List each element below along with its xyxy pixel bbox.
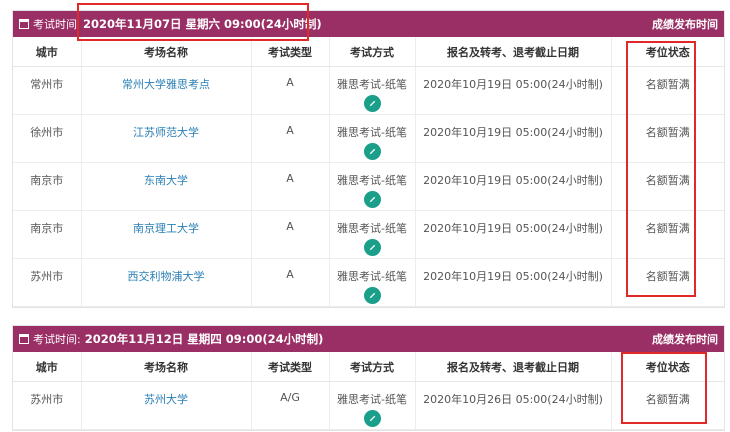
pencil-icon[interactable] (363, 143, 381, 160)
city: 南京市 (13, 210, 82, 259)
deadline: 2020年10月19日 05:00(24小时制) (415, 210, 612, 259)
exam-mode: 雅思考试-纸笔 (337, 126, 407, 139)
seat-status: 名额暂满 (611, 258, 724, 307)
table-row: 苏州市 西交利物浦大学 A 雅思考试-纸笔 2020年10月19日 05:00(… (13, 258, 724, 307)
col-city: 城市 (13, 352, 82, 382)
deadline: 2020年10月19日 05:00(24小时制) (415, 66, 612, 115)
table-row: 苏州市 苏州大学 A/G 雅思考试-纸笔 2020年10月26日 05:00(2… (13, 381, 724, 430)
col-deadline: 报名及转考、退考截止日期 (415, 37, 612, 67)
exam-mode: 雅思考试-纸笔 (337, 270, 407, 283)
venue-link[interactable]: 南京理工大学 (133, 222, 199, 235)
venue-link[interactable]: 西交利物浦大学 (128, 270, 205, 283)
table-row: 常州市 常州大学雅思考点 A 雅思考试-纸笔 2020年10月19日 05:00… (13, 66, 724, 115)
col-type: 考试类型 (251, 37, 330, 67)
city: 徐州市 (13, 114, 82, 163)
deadline: 2020年10月19日 05:00(24小时制) (415, 162, 612, 211)
city: 苏州市 (13, 381, 82, 430)
pencil-icon[interactable] (363, 410, 381, 427)
venue-link[interactable]: 常州大学雅思考点 (122, 78, 210, 91)
col-mode: 考试方式 (329, 37, 416, 67)
exam-type: A (251, 210, 330, 259)
pencil-icon[interactable] (363, 191, 381, 208)
seat-status: 名额暂满 (611, 162, 724, 211)
seat-status: 名额暂满 (611, 210, 724, 259)
exam-mode: 雅思考试-纸笔 (337, 78, 407, 91)
exam-mode: 雅思考试-纸笔 (337, 222, 407, 235)
table-row: 徐州市 江苏师范大学 A 雅思考试-纸笔 2020年10月19日 05:00(2… (13, 114, 724, 163)
exam-block-1: 考试时间 2020年11月07日 星期六 09:00(24小时制) 成绩发布时间… (12, 10, 725, 308)
col-venue: 考场名称 (81, 37, 252, 67)
col-status: 考位状态 (611, 37, 724, 67)
col-city: 城市 (13, 37, 82, 67)
venue-link[interactable]: 东南大学 (144, 174, 188, 187)
col-mode: 考试方式 (329, 352, 416, 382)
table-row: 南京市 东南大学 A 雅思考试-纸笔 2020年10月19日 05:00(24小… (13, 162, 724, 211)
exam-type: A/G (251, 381, 330, 430)
pencil-icon[interactable] (363, 287, 381, 304)
city: 常州市 (13, 66, 82, 115)
city: 苏州市 (13, 258, 82, 307)
exam-time-label: 考试时间: (33, 333, 81, 346)
exam-type: A (251, 258, 330, 307)
exam-mode: 雅思考试-纸笔 (337, 393, 407, 406)
exam-table: 城市 考场名称 考试类型 考试方式 报名及转考、退考截止日期 考位状态 苏州市 … (13, 352, 724, 430)
exam-date: 2020年11月07日 星期六 09:00(24小时制) (83, 17, 322, 31)
deadline: 2020年10月26日 05:00(24小时制) (415, 381, 612, 430)
seat-status: 名额暂满 (611, 66, 724, 115)
col-type: 考试类型 (251, 352, 330, 382)
city: 南京市 (13, 162, 82, 211)
exam-type: A (251, 162, 330, 211)
venue-link[interactable]: 江苏师范大学 (133, 126, 199, 139)
pencil-icon[interactable] (363, 239, 381, 256)
exam-block-2: 考试时间: 2020年11月12日 星期四 09:00(24小时制) 成绩发布时… (12, 325, 725, 431)
exam-mode: 雅思考试-纸笔 (337, 174, 407, 187)
table-row: 南京市 南京理工大学 A 雅思考试-纸笔 2020年10月19日 05:00(2… (13, 210, 724, 259)
score-release-time[interactable]: 成绩发布时间 (652, 16, 718, 32)
deadline: 2020年10月19日 05:00(24小时制) (415, 258, 612, 307)
seat-status: 名额暂满 (611, 381, 724, 430)
score-release-time[interactable]: 成绩发布时间 (652, 331, 718, 347)
deadline: 2020年10月19日 05:00(24小时制) (415, 114, 612, 163)
seat-status: 名额暂满 (611, 114, 724, 163)
exam-time-bar: 考试时间: 2020年11月12日 星期四 09:00(24小时制) 成绩发布时… (13, 326, 724, 352)
venue-link[interactable]: 苏州大学 (144, 393, 188, 406)
col-deadline: 报名及转考、退考截止日期 (415, 352, 612, 382)
pencil-icon[interactable] (363, 95, 381, 112)
calendar-icon (19, 334, 29, 344)
exam-time-label: 考试时间 (33, 18, 77, 31)
exam-type: A (251, 66, 330, 115)
exam-type: A (251, 114, 330, 163)
col-status: 考位状态 (611, 352, 724, 382)
calendar-icon (19, 19, 29, 29)
exam-date: 2020年11月12日 星期四 09:00(24小时制) (84, 332, 324, 346)
exam-time-bar: 考试时间 2020年11月07日 星期六 09:00(24小时制) 成绩发布时间 (13, 11, 724, 37)
col-venue: 考场名称 (81, 352, 252, 382)
exam-table: 城市 考场名称 考试类型 考试方式 报名及转考、退考截止日期 考位状态 常州市 … (13, 37, 724, 307)
